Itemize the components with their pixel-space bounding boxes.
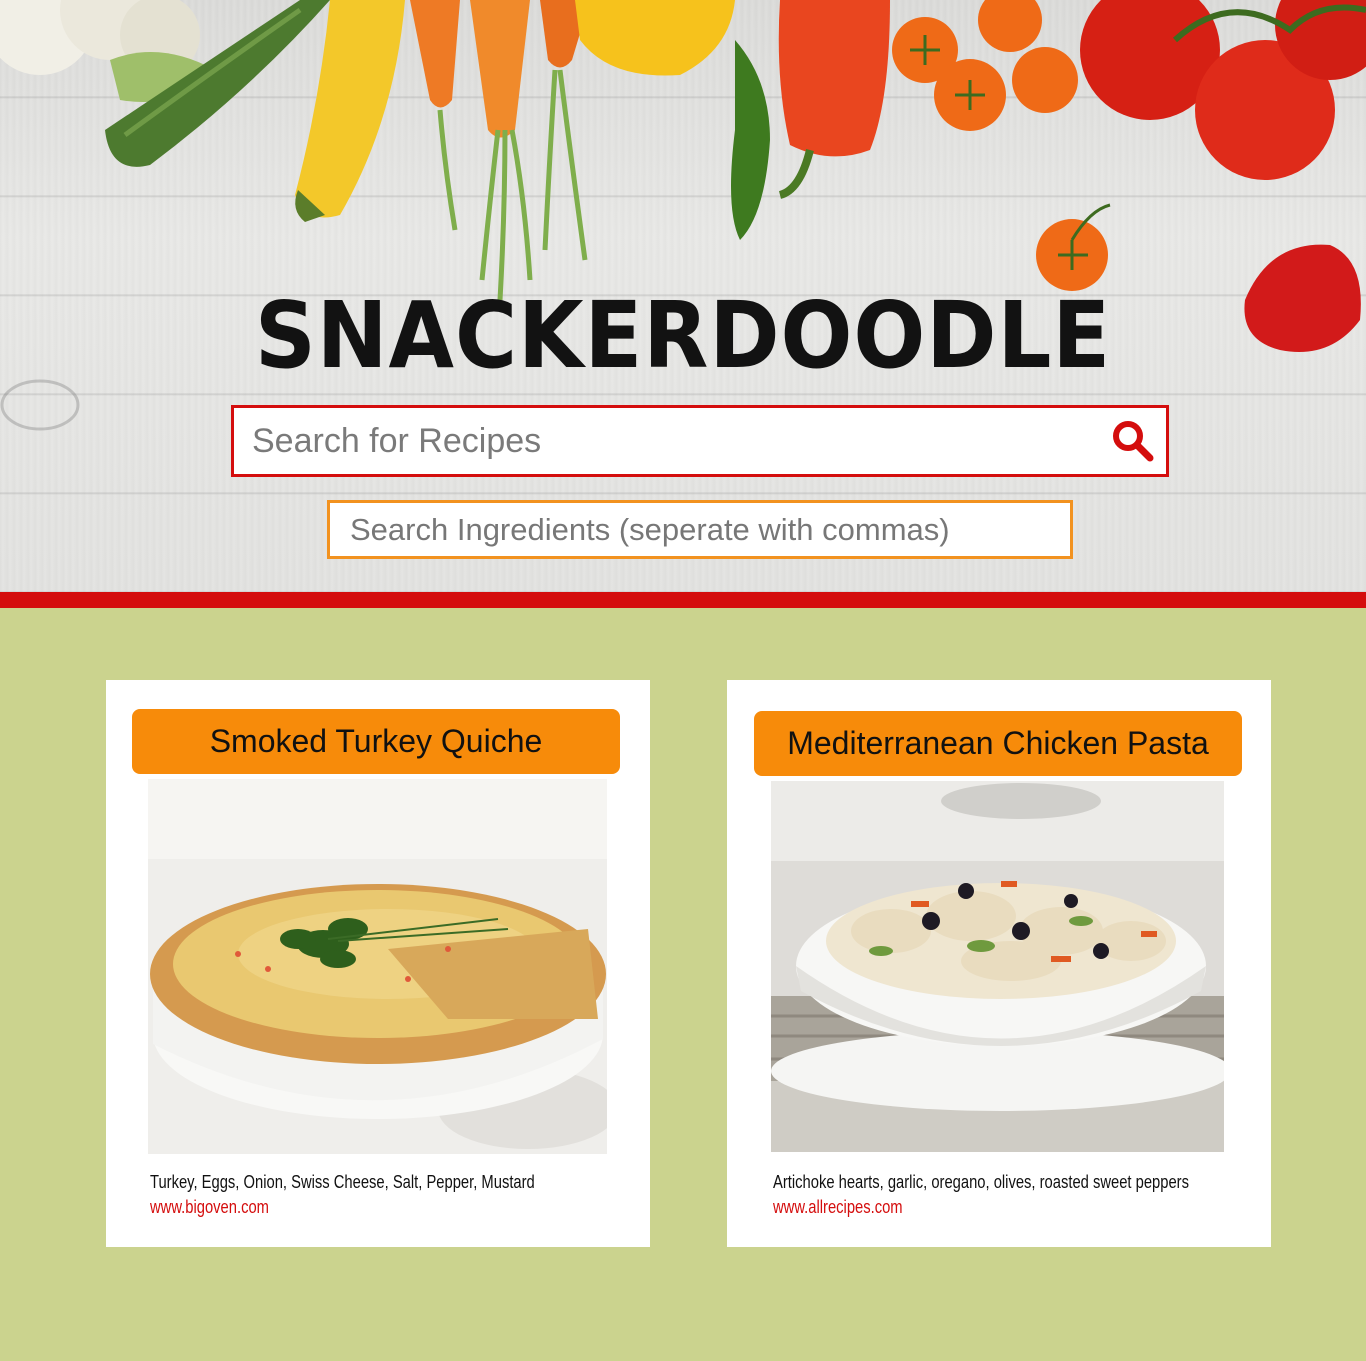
recipe-source-link[interactable]: www.bigoven.com xyxy=(150,1197,269,1218)
recipe-ingredients: Turkey, Eggs, Onion, Swiss Cheese, Salt,… xyxy=(150,1172,535,1192)
recipe-image-quiche[interactable] xyxy=(148,779,607,1154)
carrot xyxy=(410,0,460,108)
search-icon[interactable] xyxy=(1110,418,1156,464)
ingredients-search-input[interactable] xyxy=(330,503,1070,556)
recipe-title-button[interactable]: Mediterranean Chicken Pasta xyxy=(754,711,1242,776)
yellow-pepper xyxy=(575,0,735,76)
header-divider xyxy=(0,592,1366,608)
tomatoes xyxy=(1080,0,1366,180)
brand-logo: SNACKERDOODLE xyxy=(254,282,1112,389)
recipe-card: Smoked Turkey Quiche Turkey, Eggs, Onion… xyxy=(106,680,650,1247)
recipe-search-box xyxy=(231,405,1169,477)
carrot xyxy=(470,0,530,138)
red-pepper xyxy=(778,0,890,157)
recipe-source-link[interactable]: www.allrecipes.com xyxy=(773,1197,903,1218)
recipe-search-input[interactable] xyxy=(234,408,1094,474)
yellow-squash xyxy=(295,0,405,218)
recipe-image-pasta[interactable] xyxy=(771,781,1224,1152)
ingredients-search-box xyxy=(327,500,1073,559)
hero-banner: SNACKERDOODLE xyxy=(0,0,1366,592)
recipe-title-button[interactable]: Smoked Turkey Quiche xyxy=(132,709,620,774)
recipe-card: Mediterranean Chicken Pasta Artichoke he… xyxy=(727,680,1271,1247)
recipe-ingredients: Artichoke hearts, garlic, oregano, olive… xyxy=(773,1172,1189,1192)
green-chili xyxy=(731,40,770,240)
